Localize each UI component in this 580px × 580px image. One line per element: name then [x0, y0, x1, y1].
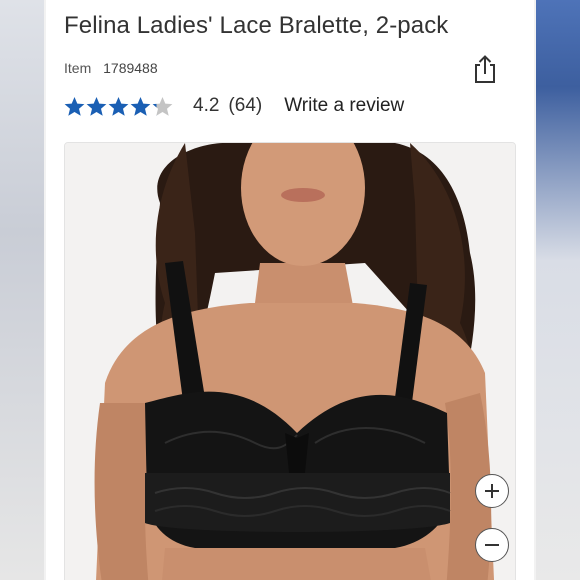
rating-value: 4.2: [193, 95, 220, 116]
share-button[interactable]: [471, 54, 499, 84]
zoom-in-button[interactable]: [475, 474, 509, 508]
rating-row: 4.2 (64) Write a review: [64, 92, 404, 120]
star-icon: [64, 96, 85, 116]
star-icon: [86, 96, 107, 116]
product-card: Felina Ladies' Lace Bralette, 2-pack Ite…: [46, 0, 534, 580]
share-icon: [475, 55, 495, 83]
star-icon: [108, 96, 129, 116]
item-label: Item: [64, 60, 92, 76]
star-icon: [130, 96, 151, 116]
item-number: 1789488: [103, 60, 158, 76]
background-left-panel: [0, 0, 44, 580]
star-icon: [152, 96, 173, 116]
product-title: Felina Ladies' Lace Bralette, 2-pack: [64, 12, 449, 39]
write-review-link[interactable]: Write a review: [284, 95, 404, 117]
zoom-out-button[interactable]: [475, 528, 509, 562]
product-image-frame[interactable]: [64, 142, 516, 580]
background-right-panel: [536, 0, 580, 580]
review-count[interactable]: (64): [228, 95, 262, 117]
item-number-row: Item 1789488: [64, 60, 158, 76]
product-photo: [65, 143, 515, 580]
star-rating: [64, 96, 173, 117]
minus-icon: [485, 544, 499, 546]
plus-icon: [485, 484, 499, 498]
